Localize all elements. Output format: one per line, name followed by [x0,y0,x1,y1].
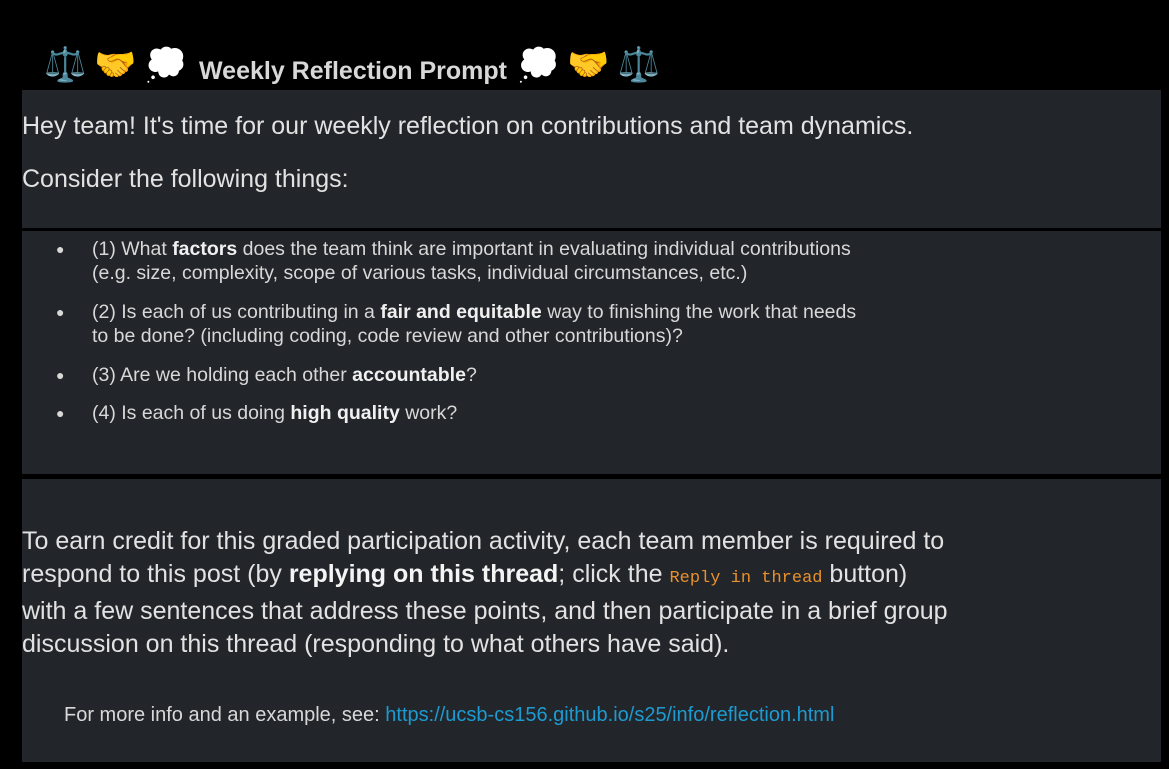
intro-block: Hey team! It's time for our weekly refle… [22,90,1161,228]
bullet-icon: ● [56,405,65,421]
handshake-icon: 🤝 [94,45,137,85]
post-title: ⚖️ 🤝 💭 Weekly Reflection Prompt 💭 🤝 ⚖️ [44,35,668,95]
bullet-icon: ● [56,367,65,383]
questions-list: ● (1) What factors does the team think a… [22,237,1161,425]
title-text: Weekly Reflection Prompt [199,56,507,85]
balance-scale-icon: ⚖️ [617,45,661,85]
list-item: ● (2) Is each of us contributing in a fa… [56,301,857,347]
reply-in-thread-code: Reply in thread [669,569,823,588]
reflection-info-link[interactable]: https://ucsb-cs156.github.io/s25/info/re… [385,704,834,726]
intro-line-2: Consider the following things: [22,165,349,193]
intro-line-1: Hey team! It's time for our weekly refle… [22,112,914,140]
message-post: ⚖️ 🤝 💭 Weekly Reflection Prompt 💭 🤝 ⚖️ H… [4,5,1165,762]
bullet-icon: ● [56,304,65,320]
instructions-text: To earn credit for this graded participa… [22,527,948,658]
instructions-block: To earn credit for this graded participa… [22,479,1161,762]
more-info-line: For more info and an example, see: https… [64,704,835,726]
bullet-icon: ● [56,241,65,257]
thought-bubble-icon: 💭 [144,45,188,85]
questions-list-block: ● (1) What factors does the team think a… [22,231,1161,474]
thought-bubble-icon: 💭 [516,45,560,85]
list-item: ● (1) What factors does the team think a… [56,238,851,284]
balance-scale-icon: ⚖️ [44,45,87,85]
handshake-icon: 🤝 [567,45,610,85]
list-item: ● (4) Is each of us doing high quality w… [56,402,458,424]
list-item: ● (3) Are we holding each other accounta… [56,364,477,386]
